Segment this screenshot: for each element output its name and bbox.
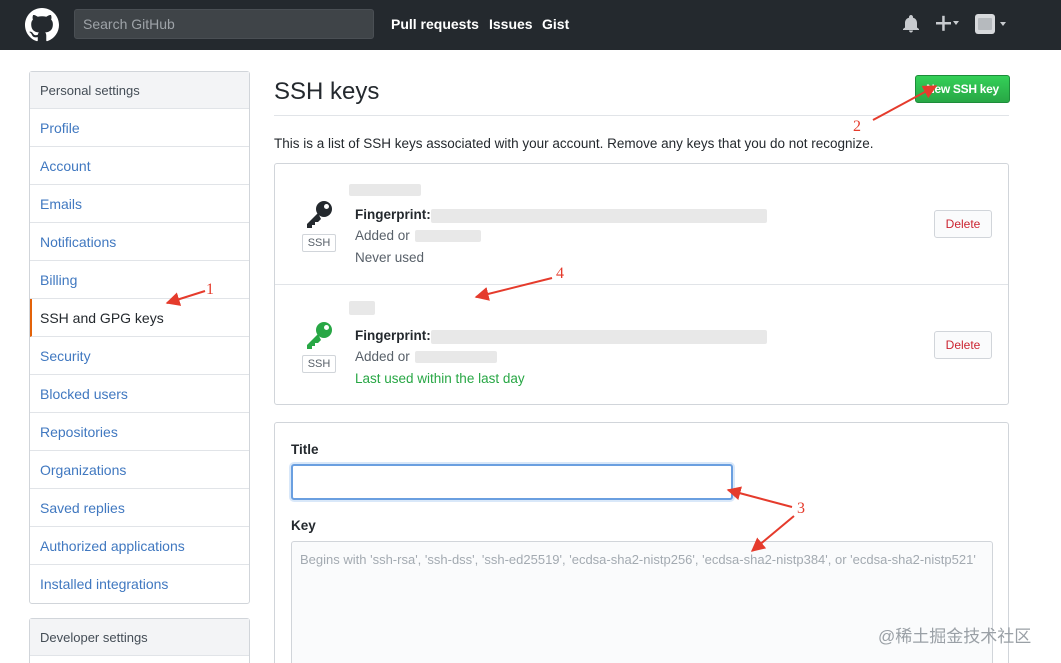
search-input[interactable]: Search GitHub bbox=[74, 9, 374, 39]
delete-key-button[interactable]: Delete bbox=[934, 331, 992, 359]
github-logo-icon[interactable] bbox=[25, 8, 59, 42]
sidebar-item-emails[interactable]: Emails bbox=[30, 185, 249, 223]
nav-pull-requests[interactable]: Pull requests bbox=[391, 16, 479, 32]
fingerprint-label: Fingerprint: bbox=[355, 328, 431, 343]
ssh-badge: SSH bbox=[302, 234, 336, 252]
sidebar-item-security[interactable]: Security bbox=[30, 337, 249, 375]
delete-key-button[interactable]: Delete bbox=[934, 210, 992, 238]
annotation-label-1: 1 bbox=[206, 281, 214, 298]
page-title: SSH keys bbox=[274, 78, 380, 105]
watermark: @稀土掘金技术社区 bbox=[878, 627, 1032, 646]
ssh-badge: SSH bbox=[302, 355, 336, 373]
key-usage-status: Never used bbox=[355, 250, 425, 265]
annotation-label-3: 3 bbox=[797, 500, 805, 517]
title-divider bbox=[274, 115, 1009, 116]
nav-gist[interactable]: Gist bbox=[542, 16, 569, 32]
sidebar-item-authorized-applications[interactable]: Authorized applications bbox=[30, 527, 249, 565]
key-icon bbox=[307, 322, 332, 349]
personal-settings-menu: Personal settings Profile Account Emails… bbox=[29, 71, 250, 604]
redacted-fingerprint bbox=[431, 330, 767, 344]
ssh-keys-list: SSH Fingerprint: Added or Never used Del… bbox=[274, 163, 1009, 405]
top-header: Search GitHub Pull requests Issues Gist bbox=[0, 0, 1061, 50]
sidebar-item-organizations[interactable]: Organizations bbox=[30, 451, 249, 489]
annotation-label-4: 4 bbox=[556, 265, 564, 282]
sidebar-item-profile[interactable]: Profile bbox=[30, 109, 249, 147]
avatar-dropdown[interactable] bbox=[974, 12, 1010, 39]
menu-heading: Personal settings bbox=[30, 72, 249, 109]
sidebar-item-repositories[interactable]: Repositories bbox=[30, 413, 249, 451]
title-label: Title bbox=[291, 442, 319, 457]
developer-settings-menu: Developer settings bbox=[29, 618, 250, 663]
redacted-key-title bbox=[349, 301, 375, 315]
bell-icon[interactable] bbox=[903, 15, 919, 33]
redacted-fingerprint bbox=[431, 209, 767, 223]
redacted-key-title bbox=[349, 184, 421, 196]
key-label: Key bbox=[291, 518, 316, 533]
added-on-label: Added or bbox=[355, 349, 410, 364]
key-usage-status: Last used within the last day bbox=[355, 371, 525, 386]
title-input[interactable] bbox=[291, 464, 733, 500]
sidebar-item-saved-replies[interactable]: Saved replies bbox=[30, 489, 249, 527]
sidebar-item-installed-integrations[interactable]: Installed integrations bbox=[30, 565, 249, 603]
sidebar-item-blocked-users[interactable]: Blocked users bbox=[30, 375, 249, 413]
redacted-date bbox=[415, 351, 497, 363]
ssh-key-row: SSH Fingerprint: Added or Last used with… bbox=[275, 284, 1008, 404]
avatar bbox=[975, 14, 1006, 34]
intro-text: This is a list of SSH keys associated wi… bbox=[274, 136, 874, 151]
redacted-date bbox=[415, 230, 481, 242]
new-ssh-key-button[interactable]: New SSH key bbox=[915, 75, 1010, 103]
added-on-label: Added or bbox=[355, 228, 410, 243]
sidebar-item-notifications[interactable]: Notifications bbox=[30, 223, 249, 261]
nav-issues[interactable]: Issues bbox=[489, 16, 533, 32]
annotation-label-2: 2 bbox=[853, 118, 861, 135]
sidebar-item-account[interactable]: Account bbox=[30, 147, 249, 185]
ssh-key-row: SSH Fingerprint: Added or Never used Del… bbox=[275, 164, 1008, 284]
plus-dropdown[interactable] bbox=[934, 12, 962, 37]
key-icon bbox=[307, 201, 332, 228]
plus-icon bbox=[936, 15, 959, 31]
sidebar-item-ssh-gpg-keys[interactable]: SSH and GPG keys bbox=[30, 299, 249, 337]
fingerprint-label: Fingerprint: bbox=[355, 207, 431, 222]
menu-heading-developer: Developer settings bbox=[30, 619, 249, 656]
sidebar-item-billing[interactable]: Billing bbox=[30, 261, 249, 299]
